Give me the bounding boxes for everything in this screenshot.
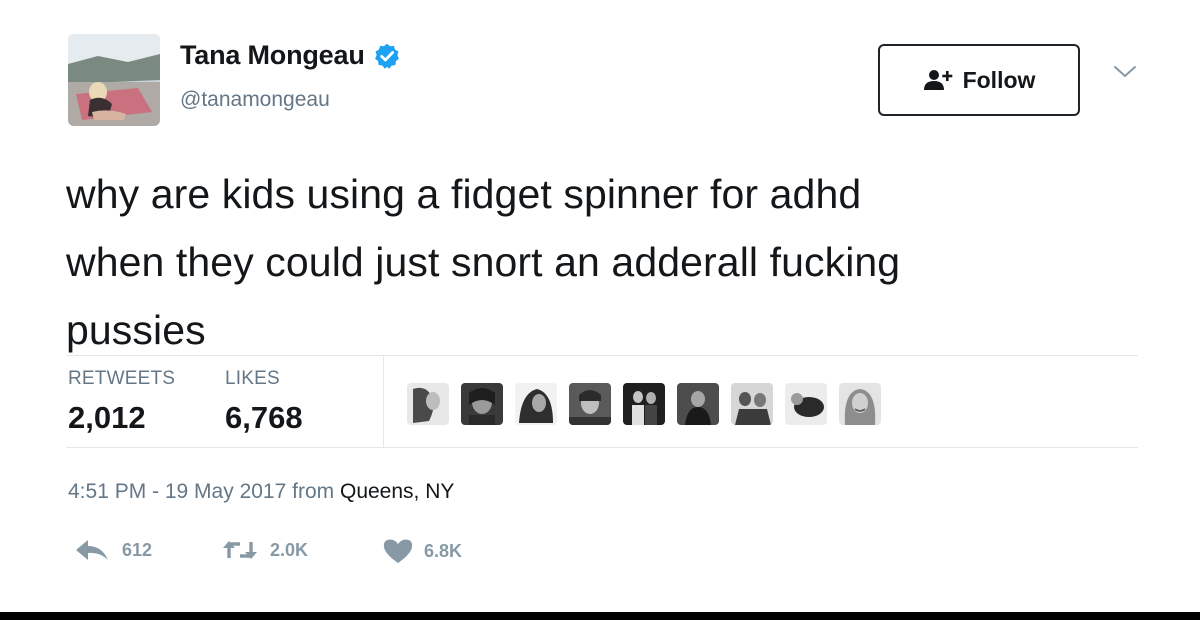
reply-button[interactable]: 612	[72, 538, 152, 562]
retweet-button[interactable]: 2.0K	[220, 538, 308, 562]
likes-label: LIKES	[225, 368, 280, 389]
avatar-icon	[515, 383, 557, 425]
stats-vertical-divider	[383, 356, 384, 447]
retweets-label: RETWEETS	[68, 368, 176, 389]
tweet-timestamp[interactable]: 4:51 PM - 19 May 2017	[68, 480, 286, 503]
avatar-icon	[461, 383, 503, 425]
avatar[interactable]	[68, 34, 160, 126]
tweet-text: why are kids using a fidget spinner for …	[66, 160, 1146, 364]
bottom-border	[0, 612, 1200, 620]
user-handle[interactable]: @tanamongeau	[180, 88, 330, 112]
avatar-icon	[677, 383, 719, 425]
name-row: Tana Mongeau	[180, 40, 401, 71]
tweet-text-line: pussies	[66, 307, 206, 353]
avatar-icon	[407, 383, 449, 425]
liker-avatar[interactable]	[785, 383, 827, 425]
retweet-count: 2.0K	[270, 539, 309, 560]
chevron-down-icon[interactable]	[1112, 64, 1138, 80]
heart-icon	[383, 539, 413, 563]
liker-avatar[interactable]	[839, 383, 881, 425]
avatar-icon	[623, 383, 665, 425]
liker-avatar[interactable]	[407, 383, 449, 425]
avatar-icon	[785, 383, 827, 425]
avatar-icon	[731, 383, 773, 425]
retweets-stat[interactable]: RETWEETS 2,012	[68, 368, 175, 436]
tweet-card: Tana Mongeau @tanamongeau Follow why are…	[0, 0, 1200, 612]
avatar-icon	[839, 383, 881, 425]
liker-avatar[interactable]	[731, 383, 773, 425]
likes-stat[interactable]: LIKES 6,768	[225, 368, 303, 436]
follow-button[interactable]: Follow	[878, 44, 1080, 116]
verified-badge-icon	[374, 43, 399, 69]
reply-count: 612	[122, 539, 153, 560]
stats-divider-bottom	[66, 447, 1138, 448]
follow-button-label: Follow	[962, 66, 1036, 93]
add-user-icon	[923, 70, 952, 90]
avatar-photo	[68, 34, 160, 126]
like-button[interactable]: 6.8K	[382, 538, 462, 564]
liker-avatar[interactable]	[569, 383, 611, 425]
avatar-icon	[569, 383, 611, 425]
liker-avatar[interactable]	[515, 383, 557, 425]
liker-avatar[interactable]	[623, 383, 665, 425]
liker-avatar[interactable]	[461, 383, 503, 425]
tweet-location[interactable]: Queens, NY	[340, 480, 454, 503]
stats-divider-top	[66, 355, 1138, 356]
tweet-text-line: when they could just snort an adderall f…	[66, 239, 901, 285]
retweet-icon	[223, 541, 257, 559]
display-name[interactable]: Tana Mongeau	[180, 40, 365, 71]
liker-avatars	[407, 383, 881, 425]
from-label: from	[292, 480, 335, 503]
tweet-text-line: why are kids using a fidget spinner for …	[66, 171, 862, 217]
liker-avatar[interactable]	[677, 383, 719, 425]
retweets-value: 2,012	[68, 400, 146, 435]
reply-icon	[76, 540, 108, 560]
tweet-meta: 4:51 PM - 19 May 2017 from Queens, NY	[68, 480, 454, 504]
likes-value: 6,768	[225, 400, 303, 435]
like-count: 6.8K	[424, 540, 463, 561]
